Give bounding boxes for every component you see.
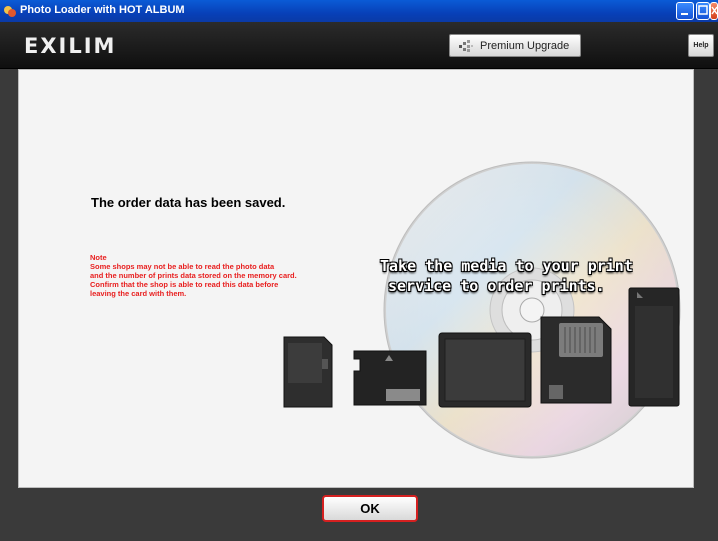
help-button[interactable]: Help xyxy=(688,34,714,57)
smartmedia-card-image xyxy=(540,316,612,404)
ok-button[interactable]: OK xyxy=(322,495,418,522)
premium-upgrade-button[interactable]: Premium Upgrade xyxy=(449,34,581,57)
minimize-icon xyxy=(681,13,688,15)
maximize-icon xyxy=(698,5,708,15)
maximize-button[interactable] xyxy=(696,2,710,20)
note-line: and the number of prints data stored on … xyxy=(90,271,297,280)
exilim-logo: EXILIM xyxy=(24,34,117,58)
take-media-line: service to order prints. xyxy=(388,277,605,295)
minimize-button[interactable] xyxy=(676,2,694,20)
window-titlebar: Photo Loader with HOT ALBUM xyxy=(0,0,718,22)
upgrade-icon xyxy=(459,39,473,52)
close-icon xyxy=(711,6,718,15)
order-saved-message: The order data has been saved. xyxy=(91,195,286,210)
note-line: Some shops may not be able to read the p… xyxy=(90,262,275,271)
take-media-message: Take the media to your print service to … xyxy=(380,256,690,296)
app-icon xyxy=(4,6,16,17)
memory-stick-image xyxy=(628,287,680,407)
window-title: Photo Loader with HOT ALBUM xyxy=(20,4,185,16)
close-button[interactable] xyxy=(710,2,718,20)
note-line: Note xyxy=(90,253,107,262)
compact-flash-card-image xyxy=(438,332,532,408)
sd-card-image xyxy=(283,336,333,408)
xd-card-image xyxy=(353,350,427,406)
premium-upgrade-label: Premium Upgrade xyxy=(480,39,570,52)
note-text: Note Some shops may not be able to read … xyxy=(90,253,297,298)
take-media-line: Take the media to your print xyxy=(380,257,633,275)
note-line: leaving the card with them. xyxy=(90,289,187,298)
note-line: Confirm that the shop is able to read th… xyxy=(90,280,279,289)
